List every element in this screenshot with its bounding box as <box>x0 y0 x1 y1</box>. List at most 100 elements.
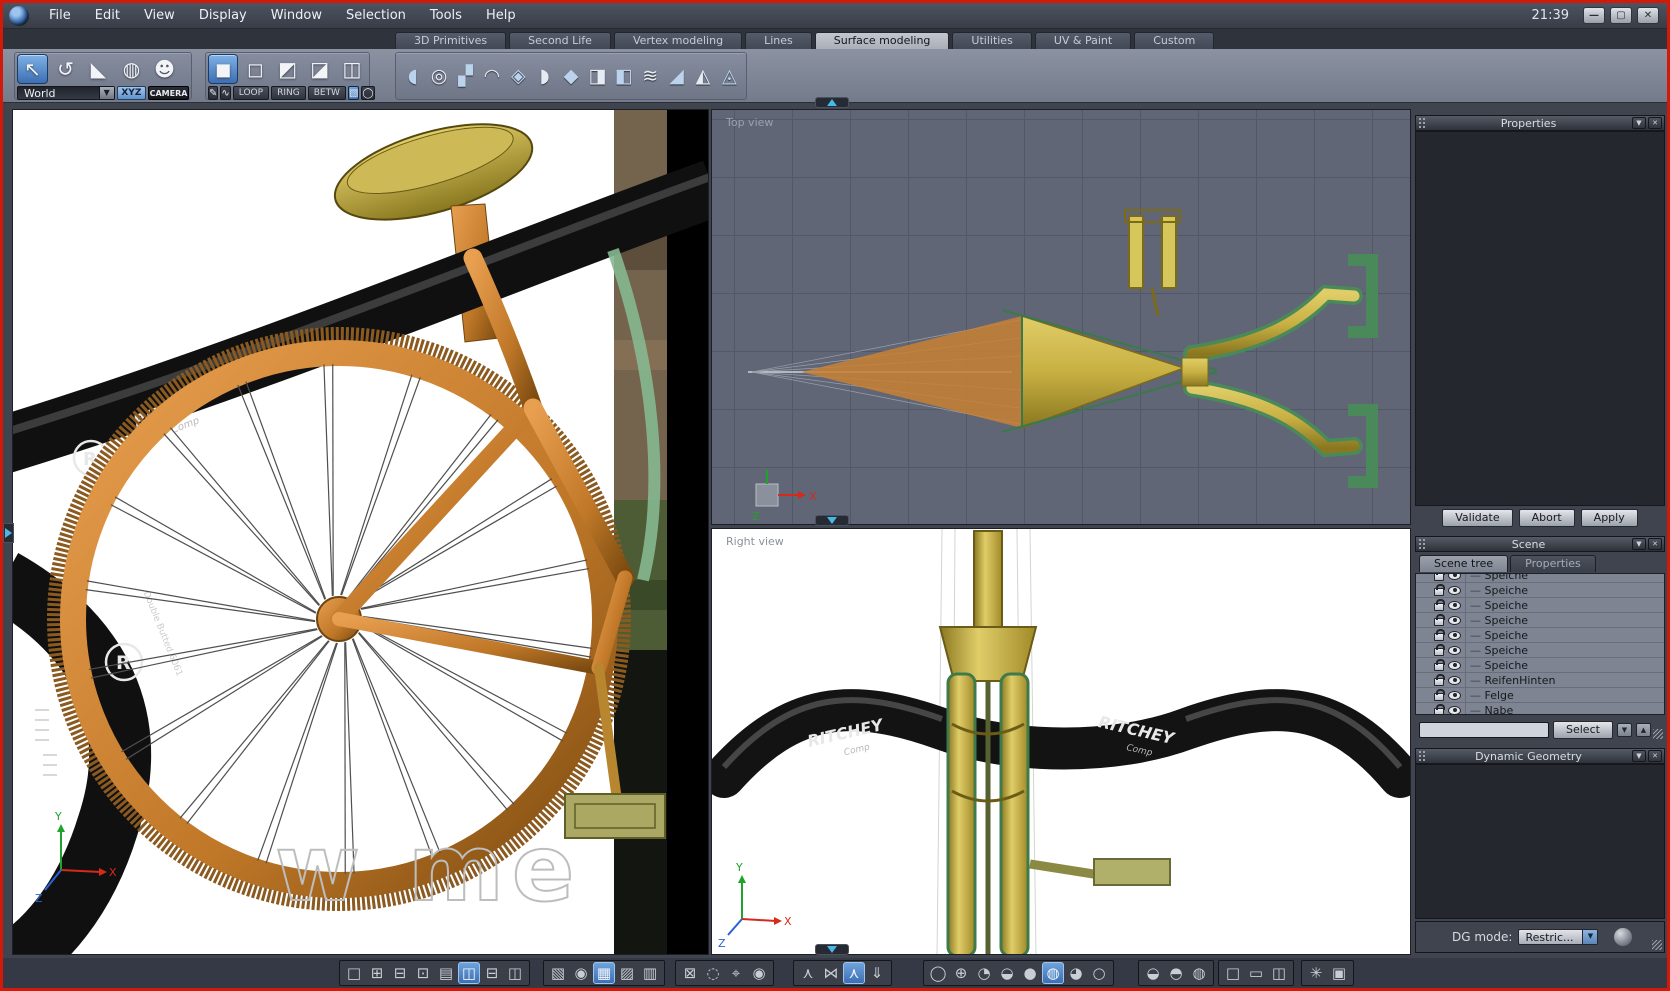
uv-mode-cube-icon[interactable]: ◫ <box>337 54 367 84</box>
menu-item[interactable]: View <box>132 8 187 23</box>
wave-surface-icon[interactable]: ≋ <box>638 58 663 94</box>
close-button[interactable]: ✕ <box>1637 7 1659 24</box>
hidden-line-shading-icon[interactable]: ⊕ <box>950 962 972 984</box>
lock-icon[interactable] <box>1434 598 1445 611</box>
panel-collapse-button[interactable]: ▼ <box>1632 538 1646 550</box>
viewport-collapse-handle-middle[interactable] <box>815 515 849 526</box>
ribbon-tab[interactable]: 3D Primitives <box>395 32 507 49</box>
scene-panel-header[interactable]: Scene ▼ ✕ <box>1415 536 1665 552</box>
panel-collapse-button[interactable]: ▼ <box>1632 117 1646 129</box>
lock-icon[interactable] <box>1434 613 1445 626</box>
select-arrow-icon[interactable]: ↖ <box>17 54 48 84</box>
viewport-layout-single-icon[interactable]: □ <box>343 962 365 984</box>
lock-icon[interactable] <box>1434 583 1445 596</box>
chevron-down-icon[interactable]: ▼ <box>1582 930 1598 944</box>
scene-tree-row[interactable]: Speiche <box>1416 612 1664 628</box>
tube-surface-icon[interactable]: ◎ <box>426 58 451 94</box>
axis-tripod-icon[interactable]: ⋏ <box>797 962 819 984</box>
grid-off-icon[interactable]: ▨ <box>616 962 638 984</box>
lock-icon[interactable] <box>1434 658 1445 671</box>
visibility-eye-icon[interactable] <box>1448 690 1461 700</box>
visibility-eye-icon[interactable] <box>1448 600 1461 610</box>
corner-surface-icon[interactable]: ◢ <box>664 58 689 94</box>
viewport-collapse-handle-bottom[interactable] <box>815 944 849 955</box>
lock-icon[interactable] <box>1434 628 1445 641</box>
rotate-tool-icon[interactable]: ↺ <box>50 54 81 84</box>
betw-button[interactable]: BETW <box>307 86 346 100</box>
move-up-button[interactable]: ▲ <box>1635 723 1651 737</box>
move-down-button[interactable]: ▼ <box>1616 723 1632 737</box>
select-button[interactable]: Select <box>1553 721 1613 739</box>
viewport-layout-one-left-two-right-icon[interactable]: ◫ <box>458 962 480 984</box>
scene-panel-tab[interactable]: Scene tree <box>1419 555 1509 572</box>
viewport-layout-quad-icon[interactable]: ⊞ <box>366 962 388 984</box>
menu-item[interactable]: Display <box>187 8 259 23</box>
curve-bend-icon[interactable]: ◗ <box>532 58 557 94</box>
scene-tree-row[interactable]: Speiche <box>1416 582 1664 598</box>
ribbon-tab[interactable]: Surface modeling <box>814 32 950 49</box>
scene-tree[interactable]: Speiche Speiche Speiche Speiche <box>1415 573 1665 715</box>
viewport-layout-two-columns-icon[interactable]: ◫ <box>504 962 526 984</box>
patch-surface-icon[interactable]: ◈ <box>506 58 531 94</box>
scene-tree-row[interactable]: ReifenHinten <box>1416 672 1664 688</box>
ghost-mode-icon[interactable]: ☻ <box>149 54 180 84</box>
menu-item[interactable]: Window <box>259 8 334 23</box>
double-page-display-icon[interactable]: ◫ <box>1268 962 1290 984</box>
visibility-eye-icon[interactable] <box>1448 660 1461 670</box>
resize-grip-icon[interactable] <box>1652 940 1662 950</box>
viewport-layout-two-left-one-right-icon[interactable]: ▤ <box>435 962 457 984</box>
wire-box-display-icon[interactable]: □ <box>1222 962 1244 984</box>
perspective-viewport[interactable]: RITCHEY Comp R R Double Butted 6061 <box>12 109 709 955</box>
shield-surface-icon[interactable]: ◆ <box>558 58 583 94</box>
menu-item[interactable]: Edit <box>83 8 132 23</box>
right-view-viewport[interactable]: Right view RITCHEY Comp RITCHEY Comp Y X… <box>711 528 1411 955</box>
cone-select-icon[interactable]: ◣ <box>83 54 114 84</box>
visibility-eye-icon[interactable] <box>1448 615 1461 625</box>
sidebar-collapse-handle-left[interactable] <box>3 523 14 543</box>
visibility-eye-icon[interactable] <box>1448 630 1461 640</box>
scene-tree-row[interactable]: Speiche <box>1416 574 1664 583</box>
paint-select-icon[interactable]: ✎ <box>208 86 219 100</box>
visibility-eye-icon[interactable] <box>1448 574 1461 580</box>
xyz-button[interactable]: XYZ <box>116 86 146 100</box>
world-axis-dropdown[interactable]: World ▼ <box>17 86 115 100</box>
orbit-view-icon[interactable]: ◌ <box>702 962 724 984</box>
smooth-wire-shading-icon[interactable]: ◍ <box>1042 962 1064 984</box>
ribbon-tab[interactable]: Second Life <box>509 32 611 49</box>
ribbon-tab[interactable]: Lines <box>745 32 812 49</box>
scene-panel-tab[interactable]: Properties <box>1510 555 1596 572</box>
visibility-eye-icon[interactable] <box>1448 645 1461 655</box>
edge-mode-cube-icon[interactable]: ◩ <box>272 54 302 84</box>
flat-wire-shading-icon[interactable]: ◒ <box>996 962 1018 984</box>
visibility-eye-icon[interactable] <box>1448 585 1461 595</box>
ring-sphere-icon[interactable]: ◍ <box>116 54 147 84</box>
face-mode-cube-icon[interactable]: ◻ <box>240 54 270 84</box>
lock-icon[interactable] <box>1434 688 1445 701</box>
menu-item[interactable]: File <box>37 8 83 23</box>
ring-button[interactable]: RING <box>271 86 306 100</box>
drop-to-ground-icon[interactable]: ⇓ <box>866 962 888 984</box>
properties-panel-header[interactable]: Properties ▼ ✕ <box>1415 115 1665 131</box>
snapshot-camera-icon[interactable]: ▣ <box>1328 962 1350 984</box>
ribbon-tab[interactable]: UV & Paint <box>1034 32 1132 49</box>
snap-grid-icon[interactable]: ▧ <box>547 962 569 984</box>
backface-half-icon[interactable]: ◒ <box>1142 962 1164 984</box>
chevron-down-icon[interactable]: ▼ <box>98 87 114 99</box>
grid-on-icon[interactable]: ▦ <box>593 962 615 984</box>
lock-icon[interactable] <box>1434 574 1445 581</box>
minimize-button[interactable]: — <box>1583 7 1605 24</box>
extract-face-icon[interactable]: ◧ <box>611 58 636 94</box>
loop-button[interactable]: LOOP <box>232 86 270 100</box>
scene-tree-row[interactable]: Speiche <box>1416 657 1664 673</box>
glow-shading-icon[interactable]: ○ <box>1088 962 1110 984</box>
ribbon-tab[interactable]: Custom <box>1134 32 1215 49</box>
viewport-layout-two-rows-icon[interactable]: ⊟ <box>481 962 503 984</box>
scene-tree-row[interactable]: Speiche <box>1416 627 1664 643</box>
resize-grip-icon[interactable] <box>1653 729 1663 739</box>
panel-collapse-button[interactable]: ▼ <box>1632 750 1646 762</box>
camera-button[interactable]: CAMERA <box>148 86 189 100</box>
axis-free-icon[interactable]: ⋈ <box>820 962 842 984</box>
sweep-surface-icon[interactable]: ◖ <box>400 58 425 94</box>
lock-grid-icon[interactable]: ◉ <box>570 962 592 984</box>
scene-tree-row[interactable]: Speiche <box>1416 642 1664 658</box>
